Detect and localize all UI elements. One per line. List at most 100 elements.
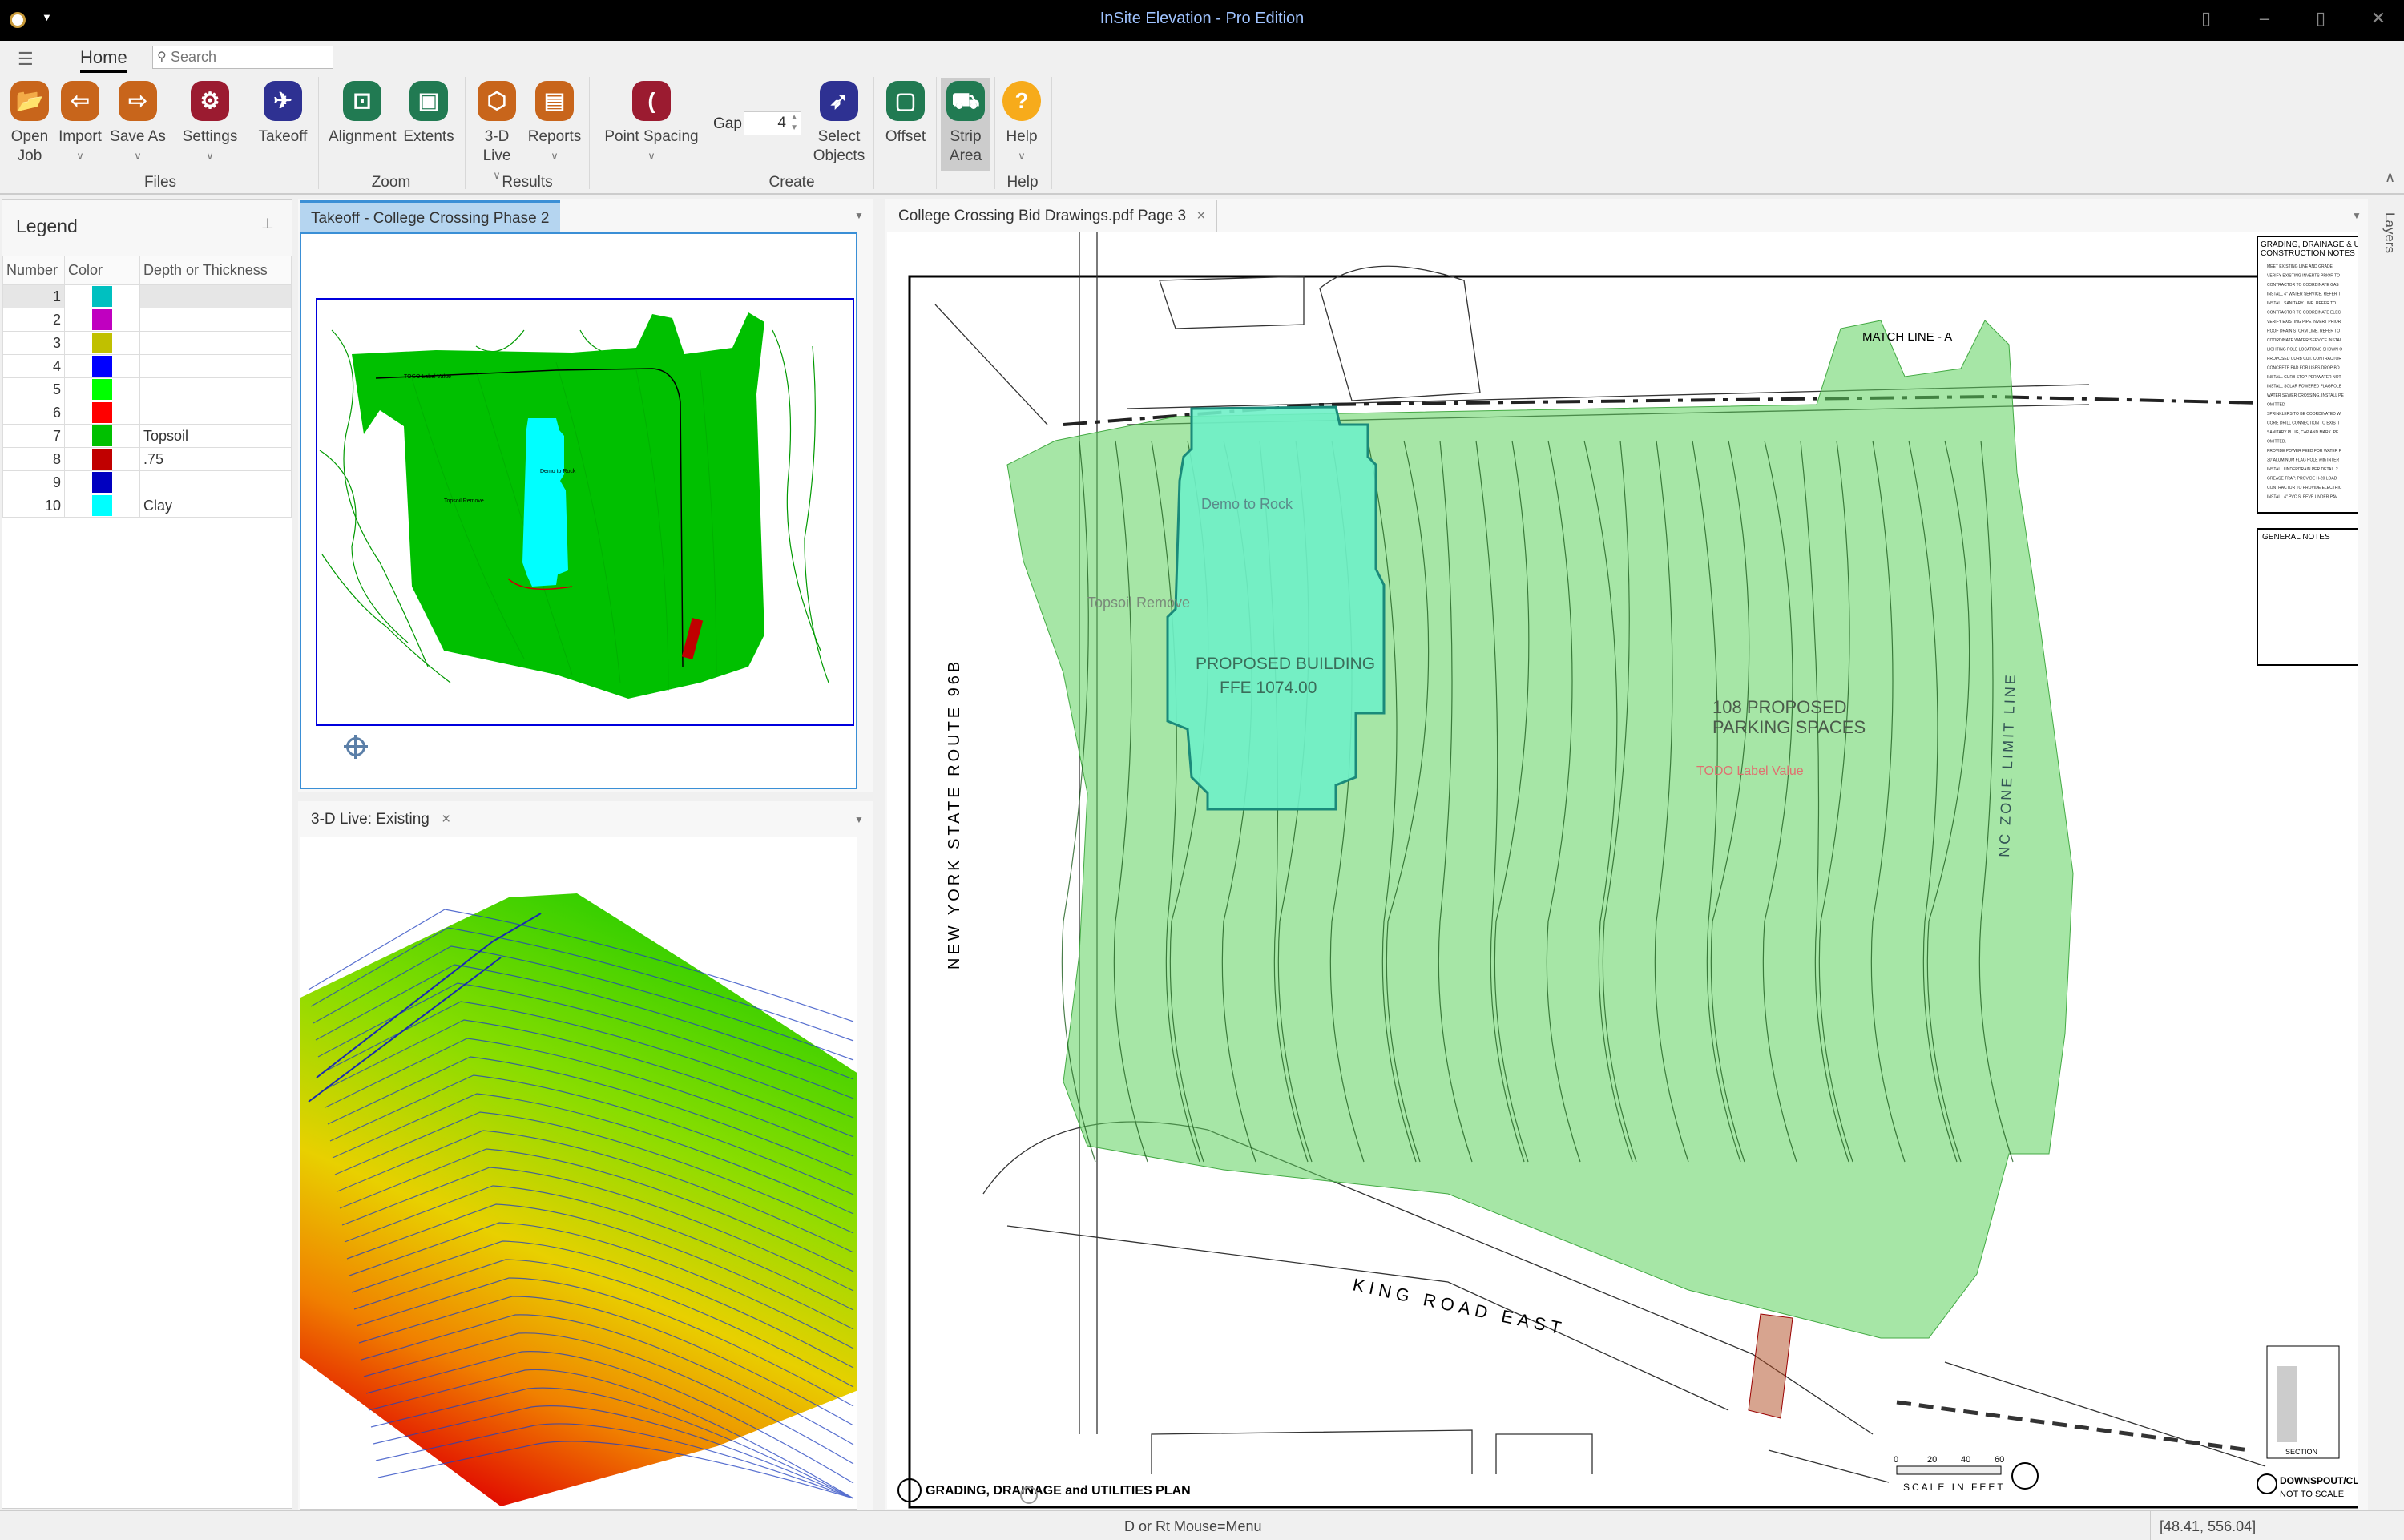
minimize-button[interactable]: –: [2249, 8, 2281, 29]
legend-number: 10: [2, 494, 65, 518]
legend-depth[interactable]: Clay: [139, 494, 292, 518]
legend-row[interactable]: 1: [2, 284, 292, 308]
legend-row[interactable]: 10 Clay: [2, 494, 292, 518]
help-button[interactable]: ? Help ∨: [992, 81, 1051, 166]
legend-row[interactable]: 7 Topsoil: [2, 424, 292, 448]
building-cyan-overlay: [1166, 405, 1386, 811]
status-bar: D or Rt Mouse=Menu [48.41, 556.04]: [0, 1510, 2404, 1540]
legend-row[interactable]: 2: [2, 308, 292, 332]
legend-depth[interactable]: [139, 401, 292, 425]
tab-menu-arrow[interactable]: ▼: [854, 210, 864, 221]
legend-row[interactable]: 5: [2, 377, 292, 401]
legend-depth[interactable]: [139, 331, 292, 355]
legend-row[interactable]: 4: [2, 354, 292, 378]
legend-depth[interactable]: [139, 470, 292, 494]
tab-takeoff[interactable]: Takeoff - College Crossing Phase 2: [300, 200, 561, 235]
import-icon: ⇦: [61, 81, 99, 121]
layers-side-tab[interactable]: Layers: [2374, 212, 2398, 268]
app-menu-icon[interactable]: ☰: [18, 49, 34, 70]
construction-note: INSTALL UNDERDRAIN PER DETAIL 2: [2267, 467, 2338, 472]
legend-depth[interactable]: Topsoil: [139, 424, 292, 448]
zoom-extents-icon: ▣: [409, 81, 448, 121]
takeoff-canvas[interactable]: TOGO Label Value Topsoil Remove Demo to …: [300, 232, 857, 789]
maximize-button[interactable]: ▯: [2305, 8, 2337, 29]
legend-color-swatch[interactable]: [92, 402, 112, 423]
export-icon: ⇨: [119, 81, 157, 121]
construction-note: VERIFY EXISTING INVERTS PRIOR TO: [2267, 274, 2340, 279]
group-results: Results: [502, 174, 553, 191]
svg-text:PROPOSED BUILDING: PROPOSED BUILDING: [1196, 655, 1375, 673]
offset-button[interactable]: ▢ Offset: [876, 81, 935, 147]
legend-color-swatch[interactable]: [92, 425, 112, 446]
col-depth[interactable]: Depth or Thickness: [139, 256, 292, 285]
construction-note: WATER SEWER CROSSING. INSTALL PE: [2267, 393, 2345, 398]
legend-row[interactable]: 8.75: [2, 447, 292, 471]
pdf-viewer[interactable]: PROPOSED BUILDING FFE 1074.00 Demo to Ro…: [887, 232, 2358, 1509]
strip-area-button[interactable]: ⛟ Strip Area: [941, 78, 990, 171]
scale-bar: 0 20 40 60 SCALE IN FEET: [1894, 1455, 2039, 1493]
legend-color-swatch[interactable]: [92, 356, 112, 377]
construction-note: VERIFY EXISTING PIPE INVERT PRIOR: [2267, 320, 2341, 325]
col-color[interactable]: Color: [64, 256, 140, 285]
svg-text:108 PROPOSED: 108 PROPOSED: [1712, 697, 1847, 717]
svg-text:SECTION: SECTION: [2285, 1448, 2317, 1456]
legend-color-swatch[interactable]: [92, 495, 112, 516]
close-tab-icon[interactable]: ×: [1196, 208, 1205, 224]
legend-row[interactable]: 6: [2, 401, 292, 425]
tab-3d-live[interactable]: 3-D Live: Existing ×: [300, 804, 463, 836]
pin-icon[interactable]: ⊥: [261, 216, 274, 232]
3d-terrain: [300, 893, 857, 1506]
takeoff-button[interactable]: ✈ Takeoff: [253, 81, 313, 147]
3d-viewport[interactable]: [300, 837, 857, 1510]
extents-button[interactable]: ▣ Extents: [399, 81, 458, 147]
legend-number: 9: [2, 470, 65, 494]
construction-note: CORE DRILL CONNECTION TO EXISTI: [2267, 421, 2339, 426]
legend-color-swatch[interactable]: [92, 309, 112, 330]
construction-note: OMITTED: [2267, 403, 2285, 408]
title-bar: ▼ InSite Elevation - Pro Edition ▯ – ▯ ✕: [0, 0, 2404, 41]
construction-note: CONCRETE PAD FOR USPS DROP BO: [2267, 366, 2340, 371]
point-spacing-button[interactable]: (Point Spacing ∨: [603, 81, 700, 166]
legend-color-swatch[interactable]: [92, 379, 112, 400]
legend-row[interactable]: 9: [2, 470, 292, 494]
alignment-button[interactable]: ⊡ Alignment: [329, 81, 397, 147]
3d-live-button[interactable]: ⬡ 3-D Live ∨: [467, 81, 526, 185]
close-button[interactable]: ✕: [2362, 8, 2394, 29]
legend-color-swatch[interactable]: [92, 333, 112, 353]
legend-depth[interactable]: [139, 354, 292, 378]
construction-note: INSTALL 4" WATER SERVICE. REFER T: [2267, 292, 2341, 297]
legend-depth[interactable]: [139, 377, 292, 401]
collapse-ribbon-icon[interactable]: ∧: [2385, 169, 2395, 186]
svg-text:GENERAL NOTES: GENERAL NOTES: [2262, 533, 2330, 542]
svg-text:Topsoil Remove: Topsoil Remove: [444, 498, 484, 504]
close-tab-icon[interactable]: ×: [442, 811, 450, 828]
settings-button[interactable]: ⚙ Settings ∨: [180, 81, 240, 166]
restore-ribbon-icon[interactable]: ▯: [2190, 8, 2222, 29]
save-as-button[interactable]: ⇨ Save As ∨: [108, 81, 167, 166]
svg-text:MATCH LINE - A: MATCH LINE - A: [1862, 330, 1952, 344]
select-objects-button[interactable]: ➶ Select Objects: [809, 81, 869, 166]
legend-depth[interactable]: [139, 284, 292, 308]
tab-menu-arrow[interactable]: ▼: [2352, 210, 2362, 221]
legend-depth[interactable]: .75: [139, 447, 292, 471]
construction-note: ROOF DRAIN STORM LINE. REFER TO: [2267, 329, 2340, 334]
legend-color-swatch[interactable]: [92, 449, 112, 470]
gap-stepper[interactable]: 4 ▲ ▼: [744, 111, 801, 135]
tab-menu-arrow[interactable]: ▼: [854, 814, 864, 825]
import-button[interactable]: ⇦ Import ∨: [50, 81, 110, 166]
construction-note: MEET EXISTING LINE AND GRADE.: [2267, 264, 2333, 269]
tab-home[interactable]: Home: [80, 47, 127, 73]
col-number[interactable]: Number: [2, 256, 65, 285]
svg-text:PARKING SPACES: PARKING SPACES: [1712, 717, 1866, 737]
tab-pdf[interactable]: College Crossing Bid Drawings.pdf Page 3…: [887, 200, 1218, 232]
legend-color-swatch[interactable]: [92, 286, 112, 307]
legend-row[interactable]: 3: [2, 331, 292, 355]
crosshair-icon[interactable]: [344, 735, 368, 759]
search-input[interactable]: [152, 46, 333, 69]
legend-title: Legend: [16, 216, 78, 236]
scroll-crosshair-icon[interactable]: [1020, 1486, 1038, 1504]
reports-button[interactable]: ▤ Reports ∨: [525, 81, 584, 166]
legend-color-swatch[interactable]: [92, 472, 112, 493]
svg-text:0: 0: [1894, 1455, 1898, 1465]
legend-depth[interactable]: [139, 308, 292, 332]
